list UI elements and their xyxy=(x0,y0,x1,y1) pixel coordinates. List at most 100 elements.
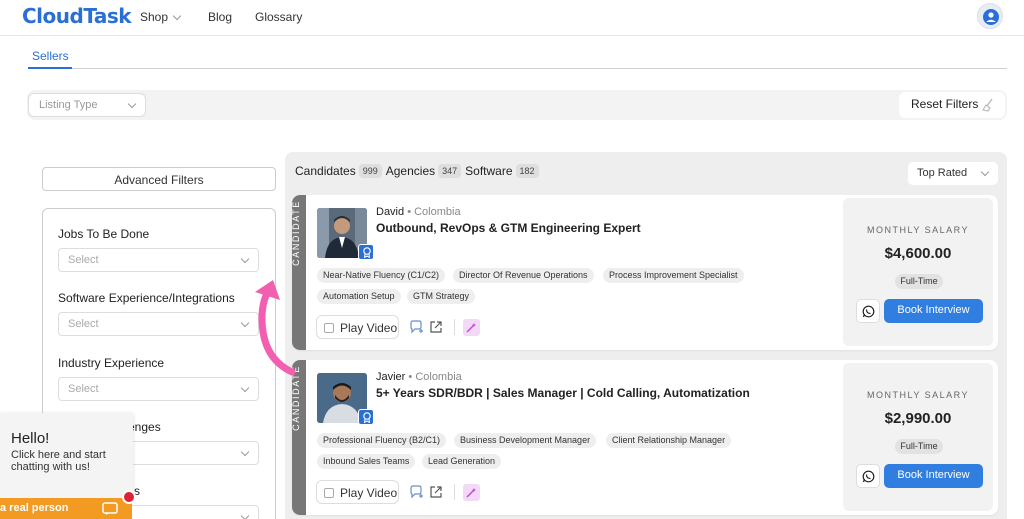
play-icon xyxy=(324,488,334,498)
software-select[interactable]: Select xyxy=(58,312,259,336)
play-icon xyxy=(324,323,334,333)
sort-value: Top Rated xyxy=(917,167,968,179)
software-count: 182 xyxy=(515,164,539,178)
tab-active-indicator xyxy=(28,67,72,69)
ai-magic-button[interactable] xyxy=(463,484,480,501)
filter-bar xyxy=(27,90,1007,120)
agencies-count: 347 xyxy=(438,164,462,178)
play-video-label: Play Video xyxy=(340,321,398,335)
badge-icon xyxy=(363,247,371,258)
candidate-title[interactable]: Outbound, RevOps & GTM Engineering Exper… xyxy=(376,221,641,235)
skill-tag: Professional Fluency (B2/C1) xyxy=(317,433,447,448)
top-navbar: CloudTask Shop Blog Glossary xyxy=(0,0,1024,36)
listing-type-select[interactable]: Listing Type xyxy=(28,93,146,117)
chat-bar[interactable]: a real person xyxy=(0,498,132,519)
skill-tag: Inbound Sales Teams xyxy=(317,454,416,469)
chevron-down-icon xyxy=(127,99,137,109)
whatsapp-button[interactable] xyxy=(856,464,880,488)
salary-amount: $4,600.00 xyxy=(884,245,952,262)
reset-filters-label: Reset Filters xyxy=(911,97,979,111)
chat-bar-text: a real person xyxy=(0,502,69,514)
chevron-down-icon xyxy=(240,318,250,328)
book-interview-button[interactable]: Book Interview xyxy=(884,464,983,488)
salary-label: MONTHLY SALARY xyxy=(866,390,970,400)
candidate-card[interactable]: CANDIDATE David • Colombia Outbound, Rev… xyxy=(292,195,998,350)
filter-label-jobs: Jobs To Be Done xyxy=(58,227,150,241)
play-video-button[interactable]: Play Video xyxy=(316,480,399,504)
whatsapp-button[interactable] xyxy=(856,299,880,323)
cloudtask-logo[interactable]: CloudTask xyxy=(22,4,132,28)
chat-widget[interactable]: Hello! Click here and start chatting wit… xyxy=(0,413,133,498)
jobs-select-placeholder: Select xyxy=(68,254,99,266)
candidate-name-text: Javier xyxy=(376,371,406,383)
chevron-down-icon xyxy=(240,383,250,393)
magic-wand-icon xyxy=(466,323,476,333)
candidate-name: Javier • Colombia xyxy=(376,371,462,383)
salary-label: MONTHLY SALARY xyxy=(866,225,970,235)
candidate-name-text: David xyxy=(376,206,405,218)
verified-badge xyxy=(358,409,374,425)
advanced-filters-button[interactable]: Advanced Filters xyxy=(42,167,276,191)
share-icon[interactable] xyxy=(429,485,443,499)
chat-add-icon[interactable] xyxy=(409,320,424,334)
candidate-vertical-label: CANDIDATE xyxy=(292,365,301,431)
chat-text: Click here and start chatting with us! xyxy=(11,449,106,473)
tab-sellers[interactable]: Sellers xyxy=(32,49,69,63)
reset-filters-button[interactable]: Reset Filters xyxy=(899,92,1005,118)
candidate-name: David • Colombia xyxy=(376,206,461,218)
employment-type: Full-Time xyxy=(895,274,943,289)
skill-tag: Client Relationship Manager xyxy=(606,433,732,448)
verified-badge xyxy=(358,244,374,260)
user-avatar[interactable] xyxy=(977,3,1003,29)
sort-select[interactable]: Top Rated xyxy=(908,162,998,185)
salary-box: MONTHLY SALARY $2,990.00 Full-Time Book … xyxy=(843,363,993,511)
filter-label-software: Software Experience/Integrations xyxy=(58,291,235,305)
play-video-label: Play Video xyxy=(340,486,398,500)
tab-candidates[interactable]: Candidates xyxy=(295,164,356,178)
nav-glossary[interactable]: Glossary xyxy=(255,10,302,24)
skill-tag: Process Improvement Specialist xyxy=(603,268,744,283)
industry-select[interactable]: Select xyxy=(58,377,259,401)
chat-hello: Hello! xyxy=(11,430,50,447)
tab-software[interactable]: Software xyxy=(465,164,512,178)
results-tabs: Candidates 999 Agencies 347 Software 182 xyxy=(295,164,543,178)
skill-tag: Near-Native Fluency (C1/C2) xyxy=(317,268,446,283)
industry-select-placeholder: Select xyxy=(68,383,99,395)
share-icon[interactable] xyxy=(429,320,443,334)
candidates-count: 999 xyxy=(358,164,382,178)
chat-add-icon[interactable] xyxy=(409,485,424,499)
nav-blog[interactable]: Blog xyxy=(208,10,232,24)
chevron-down-icon xyxy=(240,447,250,457)
action-divider xyxy=(454,319,455,335)
whatsapp-icon xyxy=(862,470,875,483)
chevron-down-icon xyxy=(240,254,250,264)
action-divider xyxy=(454,484,455,500)
salary-box: MONTHLY SALARY $4,600.00 Full-Time Book … xyxy=(843,198,993,346)
jobs-select[interactable]: Select xyxy=(58,248,259,272)
salary-amount: $2,990.00 xyxy=(884,410,952,427)
software-select-placeholder: Select xyxy=(68,318,99,330)
tab-divider xyxy=(28,68,1007,69)
whatsapp-icon xyxy=(862,305,875,318)
book-interview-button[interactable]: Book Interview xyxy=(884,299,983,323)
play-video-button[interactable]: Play Video xyxy=(316,315,399,339)
skill-tag: Director Of Revenue Operations xyxy=(453,268,594,283)
chevron-down-icon xyxy=(172,11,182,21)
chat-bubble-icon xyxy=(102,502,118,515)
employment-type: Full-Time xyxy=(895,439,943,454)
candidate-title[interactable]: 5+ Years SDR/BDR | Sales Manager | Cold … xyxy=(376,386,750,400)
ai-magic-button[interactable] xyxy=(463,319,480,336)
filter-label-industry: Industry Experience xyxy=(58,356,165,370)
listing-type-placeholder: Listing Type xyxy=(39,99,98,111)
candidate-country: • Colombia xyxy=(408,371,462,383)
candidate-card[interactable]: CANDIDATE Javier • Colombia 5+ Years SDR… xyxy=(292,360,998,515)
skill-tag: Lead Generation xyxy=(422,454,502,469)
chevron-down-icon xyxy=(980,167,990,177)
nav-shop[interactable]: Shop xyxy=(140,10,182,24)
skill-tag: Business Development Manager xyxy=(454,433,597,448)
skill-tag: GTM Strategy xyxy=(407,289,476,304)
candidate-country: • Colombia xyxy=(407,206,461,218)
magic-wand-icon xyxy=(466,488,476,498)
tab-agencies[interactable]: Agencies xyxy=(386,164,435,178)
skill-tag: Automation Setup xyxy=(317,289,401,304)
